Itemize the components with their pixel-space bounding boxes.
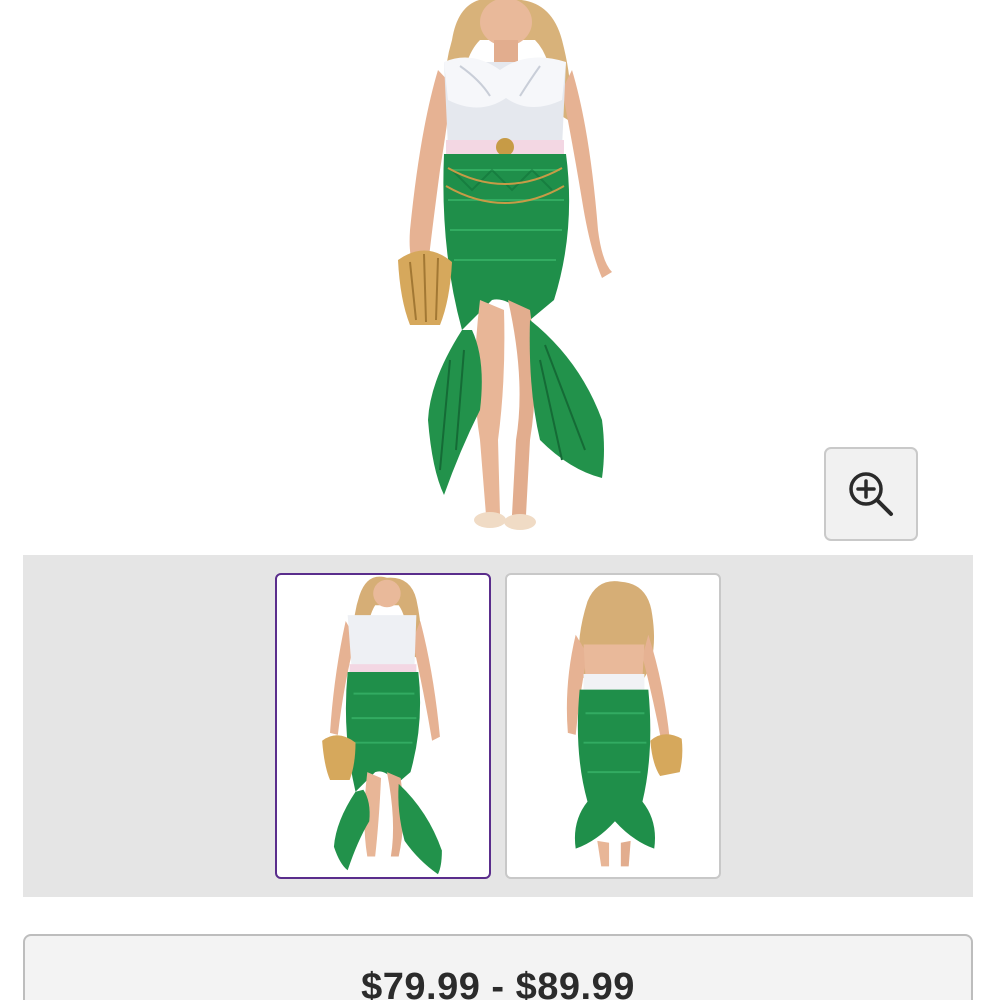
zoom-button[interactable] xyxy=(824,447,918,541)
price-range-box: $79.99 - $89.99 xyxy=(23,934,973,1000)
mermaid-costume-front-thumbnail xyxy=(322,576,442,875)
mermaid-costume-back-thumbnail xyxy=(566,581,683,867)
product-page: $79.99 - $89.99 xyxy=(0,0,1000,1000)
thumbnail-strip xyxy=(23,555,973,897)
mermaid-costume-front-illustration xyxy=(398,0,612,530)
zoom-in-icon xyxy=(849,472,893,516)
price-range: $79.99 - $89.99 xyxy=(361,966,635,1000)
thumbnail-back-view[interactable] xyxy=(505,573,721,879)
thumbnail-front-view[interactable] xyxy=(275,573,491,879)
